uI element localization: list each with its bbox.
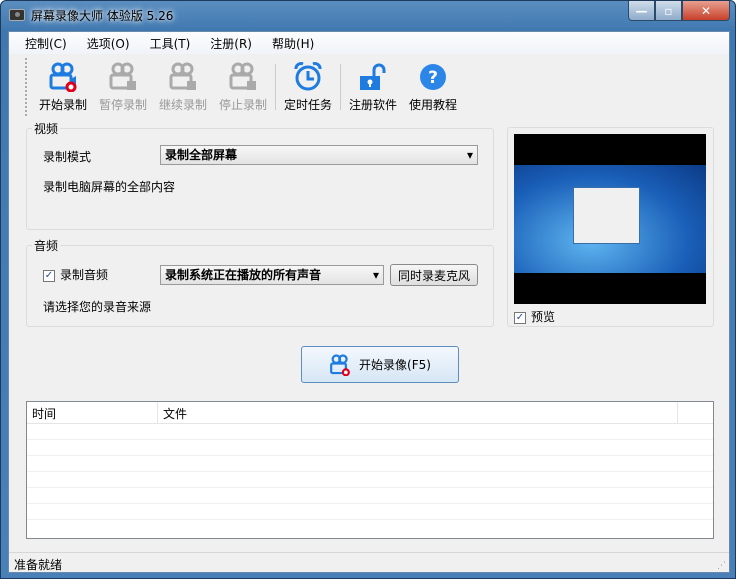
help-icon: ? <box>420 64 446 90</box>
record-mode-label: 录制模式 <box>43 150 92 164</box>
menu-control[interactable]: 控制(C) <box>15 35 77 52</box>
menu-bar: 控制(C) 选项(O) 工具(T) 注册(R) 帮助(H) <box>9 32 729 54</box>
camera-record-icon <box>330 353 350 376</box>
record-audio-label: 录制音频 <box>60 268 109 282</box>
title-bar: 屏幕录像大师 体验版 5.26 <box>9 6 173 24</box>
menu-help[interactable]: 帮助(H) <box>262 35 324 52</box>
menu-tools[interactable]: 工具(T) <box>140 35 201 52</box>
preview-checkbox[interactable]: ✓ 预览 <box>514 308 555 325</box>
preview-screen <box>514 134 706 304</box>
scheduled-task-button[interactable]: 定时任务 <box>278 58 338 116</box>
svg-text:?: ? <box>428 68 438 88</box>
toolbar: 开始录制 暂停录制 继续录制 停止录制 定时任务 注册软件 ? 使用教程 <box>25 58 463 116</box>
start-record-button[interactable]: 开始录制 <box>33 58 93 116</box>
toolbar-label: 开始录制 <box>38 98 87 112</box>
stop-record-button[interactable]: 停止录制 <box>213 58 273 116</box>
preview-window-thumbnail <box>573 187 640 244</box>
start-recording-label: 开始录像(F5) <box>359 358 431 372</box>
recordings-table: 时间 文件 <box>26 401 714 539</box>
audio-description: 请选择您的录音来源 <box>43 300 152 314</box>
toolbar-label: 停止录制 <box>218 98 267 112</box>
tutorial-button[interactable]: ? 使用教程 <box>403 58 463 116</box>
start-recording-button[interactable]: 开始录像(F5) <box>301 346 459 383</box>
checkbox-checked[interactable]: ✓ <box>43 269 55 282</box>
preview-label: 预览 <box>531 310 556 324</box>
checkbox-checked[interactable]: ✓ <box>514 311 526 324</box>
table-row <box>27 472 713 488</box>
record-audio-checkbox[interactable]: ✓ 录制音频 <box>43 266 108 283</box>
table-row <box>27 424 713 440</box>
table-row <box>27 488 713 504</box>
toolbar-label: 使用教程 <box>408 98 457 112</box>
preview-desktop-image <box>514 165 706 273</box>
column-header-file[interactable]: 文件 <box>158 402 678 423</box>
status-text: 准备就绪 <box>14 558 63 572</box>
status-bar: 准备就绪 ⋰ <box>9 552 729 573</box>
alarm-clock-icon <box>294 62 322 91</box>
toolbar-separator <box>275 64 276 110</box>
column-header-time[interactable]: 时间 <box>27 402 158 423</box>
maximize-button[interactable]: ▫ <box>655 1 682 21</box>
toolbar-label: 定时任务 <box>283 98 332 112</box>
minimize-button[interactable]: — <box>628 1 655 21</box>
menu-register[interactable]: 注册(R) <box>200 35 262 52</box>
toolbar-separator <box>340 64 341 110</box>
resize-grip-icon[interactable]: ⋰ <box>717 561 726 571</box>
unlock-icon <box>360 63 386 90</box>
camera-pause-icon <box>109 62 136 90</box>
camera-resume-icon <box>169 62 196 90</box>
table-row <box>27 440 713 456</box>
video-description: 录制电脑屏幕的全部内容 <box>43 180 176 194</box>
app-window: 屏幕录像大师 体验版 5.26 — ▫ ✕ 控制(C) 选项(O) 工具(T) … <box>0 0 736 579</box>
camera-record-icon <box>49 62 77 92</box>
app-icon <box>9 9 25 21</box>
menu-options[interactable]: 选项(O) <box>77 35 140 52</box>
table-row <box>27 456 713 472</box>
audio-group-label: 音频 <box>32 237 61 254</box>
close-button[interactable]: ✕ <box>682 1 730 21</box>
table-row <box>27 504 713 520</box>
resume-record-button[interactable]: 继续录制 <box>153 58 213 116</box>
pause-record-button[interactable]: 暂停录制 <box>93 58 153 116</box>
video-group-label: 视频 <box>32 120 61 137</box>
record-mode-select[interactable]: 录制全部屏幕 <box>160 145 478 165</box>
toolbar-label: 继续录制 <box>158 98 207 112</box>
toolbar-label: 暂停录制 <box>98 98 147 112</box>
window-title: 屏幕录像大师 体验版 5.26 <box>31 8 174 23</box>
client-area: 控制(C) 选项(O) 工具(T) 注册(R) 帮助(H) 开始录制 暂停录制 … <box>8 31 730 573</box>
camera-stop-icon <box>229 62 256 90</box>
register-button[interactable]: 注册软件 <box>343 58 403 116</box>
audio-source-select[interactable]: 录制系统正在播放的所有声音 <box>160 265 384 285</box>
toolbar-label: 注册软件 <box>348 98 397 112</box>
table-header: 时间 文件 <box>27 402 713 424</box>
record-mic-button[interactable]: 同时录麦克风 <box>390 264 478 286</box>
